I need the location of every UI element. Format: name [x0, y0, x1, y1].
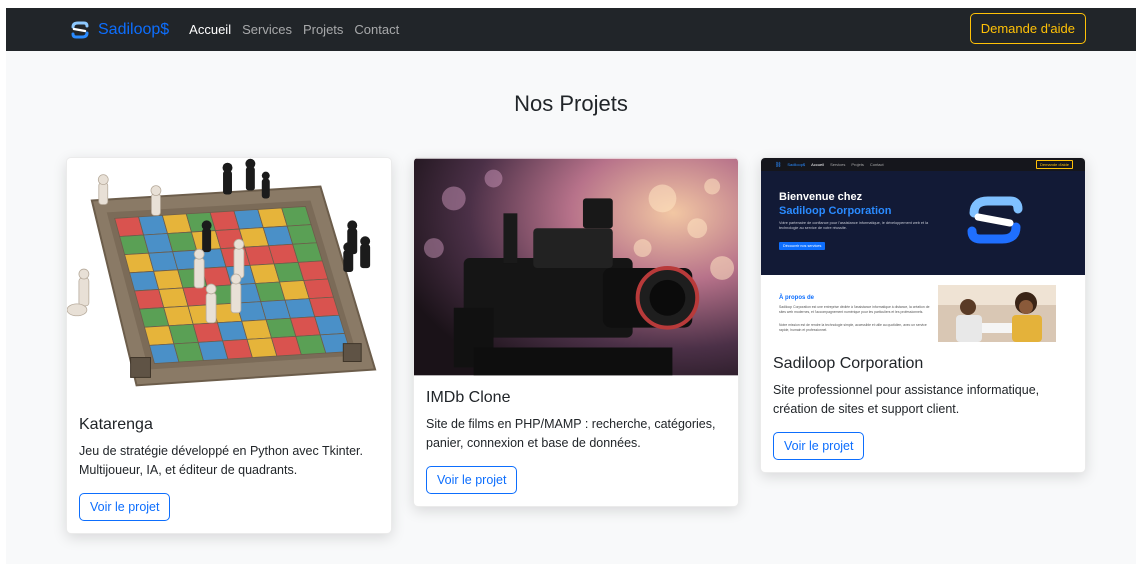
- view-project-button[interactable]: Voir le projet: [426, 465, 518, 494]
- board-square: [292, 242, 323, 263]
- card-body: IMDb Clone Site de films en PHP/MAMP : r…: [414, 376, 738, 506]
- mini-hero-text: Votre partenaire de confiance pour l'ass…: [779, 221, 929, 231]
- mini-navbar: ⛓ Sadiloop$ Accueil Services Projets Con…: [761, 158, 1085, 171]
- project-card-imdb-clone: IMDb Clone Site de films en PHP/MAMP : r…: [413, 157, 739, 507]
- section-title: Nos Projets: [514, 91, 628, 116]
- board-square: [281, 206, 312, 227]
- mini-about-photo: [938, 285, 1056, 342]
- mini-brand: Sadiloop$: [787, 162, 806, 167]
- nav-links: Accueil Services Projets Contact: [189, 22, 399, 37]
- mini-logo-icon: ⛓: [775, 161, 782, 168]
- website-screenshot-image: ⛓ Sadiloop$ Accueil Services Projets Con…: [761, 158, 1085, 342]
- logo-icon: [71, 21, 89, 38]
- mini-nav-projets: Projets: [851, 162, 864, 167]
- project-card-sadiloop-corporation: ⛓ Sadiloop$ Accueil Services Projets Con…: [760, 157, 1086, 473]
- mini-about-title: À propos de: [779, 295, 815, 301]
- card-body: Katarenga Jeu de stratégie développé en …: [67, 403, 391, 533]
- help-request-button[interactable]: Demande d'aide: [969, 13, 1086, 44]
- mini-hero-logo-icon: [967, 196, 1023, 244]
- card-description: Site de films en PHP/MAMP : recherche, c…: [426, 417, 716, 451]
- card-description: Site professionnel pour assistance infor…: [773, 383, 1040, 417]
- navbar: Sadiloop$ Accueil Services Projets Conta…: [6, 8, 1136, 51]
- mini-hero-line1: Bienvenue chez: [779, 191, 863, 203]
- card-description: Jeu de stratégie développé en Python ave…: [79, 444, 363, 478]
- card-title: IMDb Clone: [426, 389, 511, 406]
- nav-link-accueil[interactable]: Accueil: [189, 22, 231, 37]
- katarenga-board-image: [67, 158, 391, 403]
- nav-link-services[interactable]: Services: [242, 22, 292, 37]
- mini-about-text: Sadiloop Corporation est une entreprise …: [779, 305, 930, 314]
- board-square: [286, 224, 318, 245]
- board-square: [314, 314, 346, 336]
- brand-name: Sadiloop$: [98, 20, 170, 38]
- mini-hero: Bienvenue chez Sadiloop Corporation Votr…: [761, 171, 1085, 275]
- project-card-katarenga: Katarenga Jeu de stratégie développé en …: [66, 157, 392, 534]
- mini-nav-contact: Contact: [869, 162, 884, 167]
- board-square: [303, 278, 335, 300]
- card-title: Sadiloop Corporation: [773, 355, 924, 372]
- nav-link-contact[interactable]: Contact: [354, 22, 399, 37]
- card-body: Sadiloop Corporation Site professionnel …: [761, 342, 1085, 472]
- mini-about-text-2: Notre mission est de rendre la technolog…: [779, 323, 927, 332]
- view-project-button[interactable]: Voir le projet: [773, 431, 865, 460]
- mini-nav-accueil: Accueil: [811, 162, 825, 167]
- card-title: Katarenga: [79, 416, 153, 433]
- page-frame: Sadiloop$ Accueil Services Projets Conta…: [6, 8, 1136, 564]
- mini-hero-button: Découvrir nos services: [779, 242, 826, 250]
- board-square: [297, 260, 329, 281]
- mini-nav-services: Services: [830, 162, 846, 167]
- mini-help-button: Demande d'aide: [1035, 160, 1073, 169]
- view-project-button[interactable]: Voir le projet: [79, 492, 171, 521]
- nav-link-projets[interactable]: Projets: [303, 22, 343, 37]
- mini-about: À propos de Sadiloop Corporation est une…: [761, 275, 1085, 342]
- projects-grid: Katarenga Jeu de stratégie développé en …: [66, 157, 1086, 534]
- board-square: [308, 296, 340, 318]
- camera-photo-image: [414, 158, 738, 376]
- mini-hero-line2: Sadiloop Corporation: [779, 205, 892, 217]
- brand-link[interactable]: Sadiloop$: [70, 20, 169, 40]
